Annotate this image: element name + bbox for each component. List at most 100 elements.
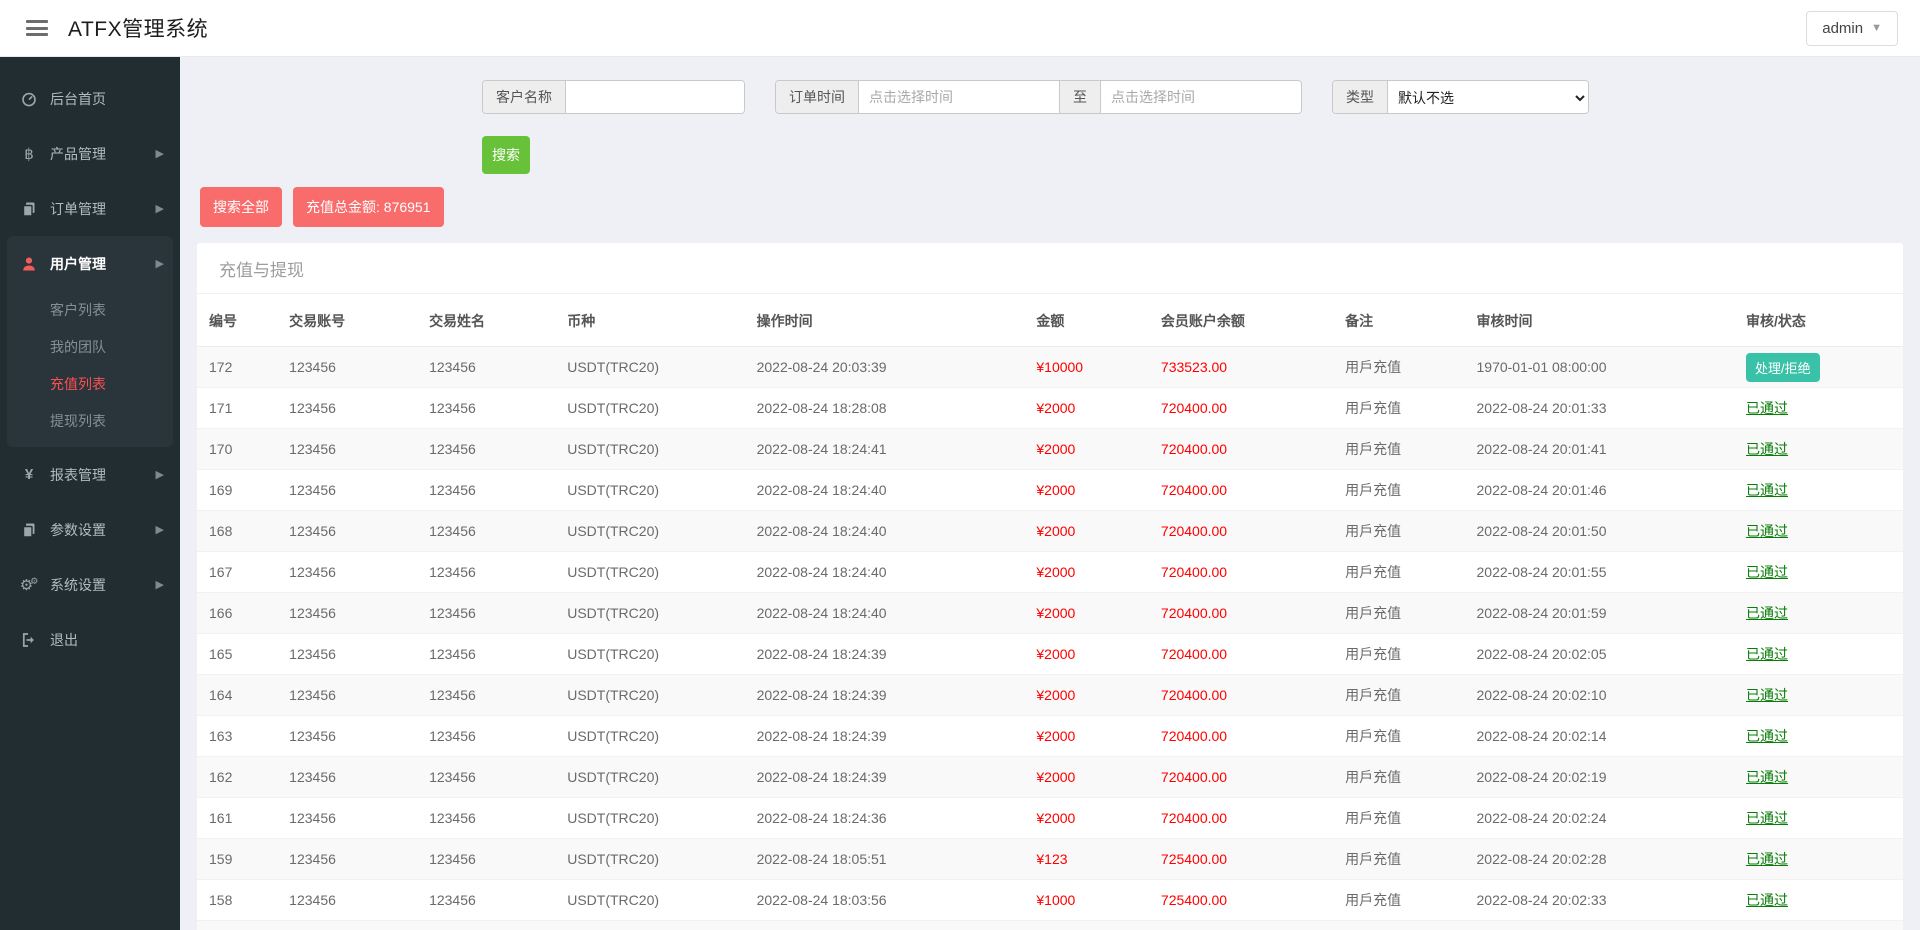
sidebar-item-my-team[interactable]: 我的团队 [7,328,173,365]
order-time-end-input[interactable] [1101,81,1301,113]
cell-audit-time: 2022-08-24 20:01:59 [1464,592,1735,634]
sidebar-item-users[interactable]: 用户管理 ▶ [7,236,173,291]
table-row: 167 123456 123456 USDT(TRC20) 2022-08-24 18:… [197,551,1903,593]
cell-amount: ¥2000 [1024,633,1149,675]
cell-amount: ¥2000 [1024,797,1149,839]
cell-amount: ¥2000 [1024,674,1149,716]
cell-amount: ¥2000 [1024,510,1149,552]
chevron-right-icon: ▶ [155,258,164,270]
chevron-right-icon: ▶ [155,579,164,591]
order-time-start-input[interactable] [859,81,1059,113]
cell-audit-time: 2022-08-24 20:01:33 [1464,387,1735,429]
recharge-total-button[interactable]: 充值总金额: 876951 [293,187,444,227]
cell-status: 已通过 [1734,592,1903,634]
table-row: 166 123456 123456 USDT(TRC20) 2022-08-24 18:… [197,592,1903,634]
cell-op-time: 2022-08-24 18:24:39 [744,715,1025,757]
yen-icon: ¥ [24,466,34,483]
column-header: 交易姓名 [417,294,556,347]
search-button[interactable]: 搜索 [482,136,530,174]
status-passed-link[interactable]: 已通过 [1746,482,1788,498]
sidebar-item-dashboard[interactable]: 后台首页 [0,71,180,126]
cell-remark: 用戶充值 [1333,592,1465,634]
cell-name: 123456 [417,838,556,880]
cell-balance: 720400.00 [1148,428,1334,470]
table-row: 171 123456 123456 USDT(TRC20) 2022-08-24 18:… [197,387,1903,429]
customer-name-label: 客户名称 [483,81,566,113]
sidebar-item-recharge-list[interactable]: 充值列表 [7,365,173,402]
type-select[interactable]: 默认不选 [1388,81,1588,113]
cell-op-time: 2022-08-24 18:24:40 [744,510,1025,552]
chevron-right-icon: ▶ [155,203,164,215]
sidebar-item-products[interactable]: ฿ 产品管理 ▶ [0,126,180,181]
cell-id: 167 [197,551,278,593]
cell-amount: ¥2000 [1024,756,1149,798]
cell-id: 171 [197,387,278,429]
column-header: 会员账户余额 [1148,294,1334,347]
cell-balance: 720400.00 [1148,510,1334,552]
cell-remark: 用戶充值 [1333,469,1465,511]
status-passed-link[interactable]: 已通过 [1746,564,1788,580]
cell-status: 已通过 [1734,920,1903,930]
cell-audit-time: 2022-08-24 20:02:10 [1464,674,1735,716]
cell-amount: ¥10000 [1024,346,1149,388]
hamburger-menu-icon[interactable] [26,20,48,36]
status-passed-link[interactable]: 已通过 [1746,851,1788,867]
status-process-reject-button[interactable]: 处理/拒绝 [1746,352,1820,382]
table-row: 170 123456 123456 USDT(TRC20) 2022-08-24 18:… [197,428,1903,470]
cell-balance: 720400.00 [1148,715,1334,757]
status-passed-link[interactable]: 已通过 [1746,810,1788,826]
sidebar-item-label: 产品管理 [50,145,106,162]
column-header: 操作时间 [744,294,1025,347]
cell-currency: USDT(TRC20) [555,674,745,716]
cell-name: 123456 [417,387,556,429]
sidebar-item-logout[interactable]: 退出 [0,612,180,667]
cell-remark: 用戶充值 [1333,346,1465,388]
search-all-button[interactable]: 搜索全部 [200,187,282,227]
logout-icon [18,632,40,648]
sidebar-item-withdraw-list[interactable]: 提现列表 [7,402,173,439]
cell-account: 123456 [277,838,418,880]
sidebar-item-customer-list[interactable]: 客户列表 [7,291,173,328]
cell-name: 123456 [417,428,556,470]
sidebar-item-label: 参数设置 [50,521,106,538]
sidebar-item-orders[interactable]: 订单管理 ▶ [0,181,180,236]
cell-status: 已通过 [1734,387,1903,429]
status-passed-link[interactable]: 已通过 [1746,441,1788,457]
table-row: 157123456123456USDT(TRC20)2022-08-24 18:… [197,920,1903,930]
top-header: ATFX管理系统 admin ▼ [0,0,1920,57]
status-passed-link[interactable]: 已通过 [1746,400,1788,416]
order-time-separator: 至 [1059,81,1101,113]
sidebar-item-reports[interactable]: ¥ 报表管理 ▶ [0,447,180,502]
cell-name: 123456 [417,674,556,716]
sidebar-item-label: 退出 [50,631,78,648]
user-menu-label: admin [1822,19,1864,37]
cell-id: 170 [197,428,278,470]
cell-remark: 用戶充值 [1333,879,1465,921]
status-passed-link[interactable]: 已通过 [1746,687,1788,703]
cell-account: 123456 [277,510,418,552]
sidebar-item-system[interactable]: ⚙ ⚙ 系统设置 ▶ [0,557,180,612]
cell-status: 已通过 [1734,428,1903,470]
cell-currency: USDT(TRC20) [555,633,745,675]
cell-account: 123456 [277,879,418,921]
cell-status: 已通过 [1734,633,1903,675]
cell-currency: USDT(TRC20) [555,838,745,880]
cell-remark: 用戶充值 [1333,633,1465,675]
cell-op-time: 2022-08-24 18:03:56 [744,879,1025,921]
column-header: 金额 [1024,294,1149,347]
order-time-group: 订单时间 至 [775,80,1302,114]
sidebar-item-label: 订单管理 [50,200,106,217]
status-passed-link[interactable]: 已通过 [1746,892,1788,908]
status-passed-link[interactable]: 已通过 [1746,523,1788,539]
status-passed-link[interactable]: 已通过 [1746,605,1788,621]
user-menu-button[interactable]: admin ▼ [1806,10,1898,46]
status-passed-link[interactable]: 已通过 [1746,728,1788,744]
customer-name-input[interactable] [566,81,744,113]
status-passed-link[interactable]: 已通过 [1746,646,1788,662]
recharge-withdraw-panel: 充值与提现 编号 交易账号 交易姓名 币种 操作时间 金额 会员账户余额 备注 审核时间 审核/状… [197,243,1903,930]
cell-status: 已通过 [1734,510,1903,552]
sidebar-item-parameters[interactable]: 参数设置 ▶ [0,502,180,557]
status-passed-link[interactable]: 已通过 [1746,769,1788,785]
cell-account: 123456 [277,387,418,429]
cell-currency: USDT(TRC20) [555,715,745,757]
